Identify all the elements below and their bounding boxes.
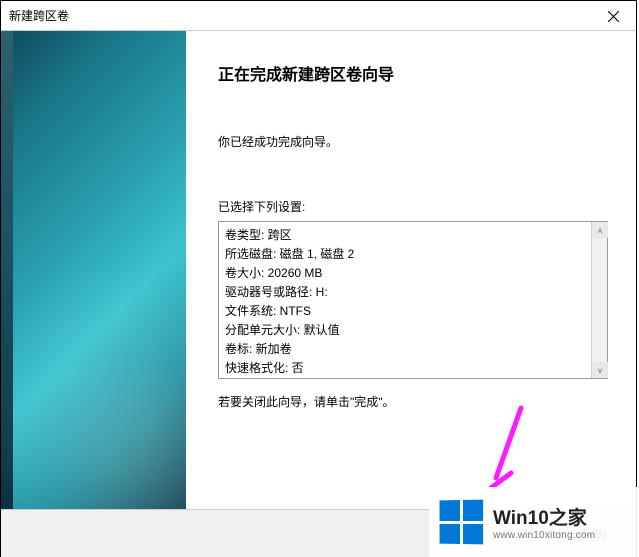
finish-instruction: 若要关闭此向导，请单击"完成"。 bbox=[218, 393, 608, 410]
titlebar: 新建跨区卷 bbox=[1, 1, 636, 31]
close-icon bbox=[608, 11, 619, 22]
chevron-down-icon: v bbox=[598, 366, 602, 375]
list-item: 快速格式化: 否 bbox=[225, 359, 585, 378]
scrollbar[interactable]: ʌ v bbox=[591, 222, 607, 378]
list-item: 卷类型: 跨区 bbox=[225, 226, 585, 245]
watermark-url: www.win10xitong.com bbox=[493, 530, 595, 541]
list-item: 分配单元大小: 默认值 bbox=[225, 321, 585, 340]
wizard-heading: 正在完成新建跨区卷向导 bbox=[218, 61, 608, 85]
list-item: 卷标: 新加卷 bbox=[225, 340, 585, 359]
wizard-side-banner bbox=[1, 31, 186, 509]
chevron-up-icon: ʌ bbox=[598, 226, 602, 235]
list-item: 文件系统: NTFS bbox=[225, 302, 585, 321]
settings-label: 已选择下列设置: bbox=[218, 198, 608, 215]
scroll-down-button[interactable]: v bbox=[592, 362, 608, 378]
watermark: Win10之家 www.win10xitong.com bbox=[429, 487, 639, 557]
close-button[interactable] bbox=[590, 1, 636, 31]
watermark-title: Win10之家 bbox=[493, 503, 595, 530]
settings-content: 卷类型: 跨区 所选磁盘: 磁盘 1, 磁盘 2 卷大小: 20260 MB 驱… bbox=[219, 222, 591, 378]
list-item: 卷大小: 20260 MB bbox=[225, 264, 585, 283]
wizard-content: 正在完成新建跨区卷向导 你已经成功完成向导。 已选择下列设置: 卷类型: 跨区 … bbox=[186, 31, 636, 509]
settings-listbox[interactable]: 卷类型: 跨区 所选磁盘: 磁盘 1, 磁盘 2 卷大小: 20260 MB 驱… bbox=[218, 221, 608, 379]
window-title: 新建跨区卷 bbox=[9, 7, 69, 24]
list-item: 所选磁盘: 磁盘 1, 磁盘 2 bbox=[225, 245, 585, 264]
wizard-success-text: 你已经成功完成向导。 bbox=[218, 133, 608, 150]
windows-logo-icon bbox=[440, 500, 484, 545]
scroll-up-button[interactable]: ʌ bbox=[592, 222, 608, 238]
list-item: 驱动器号或路径: H: bbox=[225, 283, 585, 302]
